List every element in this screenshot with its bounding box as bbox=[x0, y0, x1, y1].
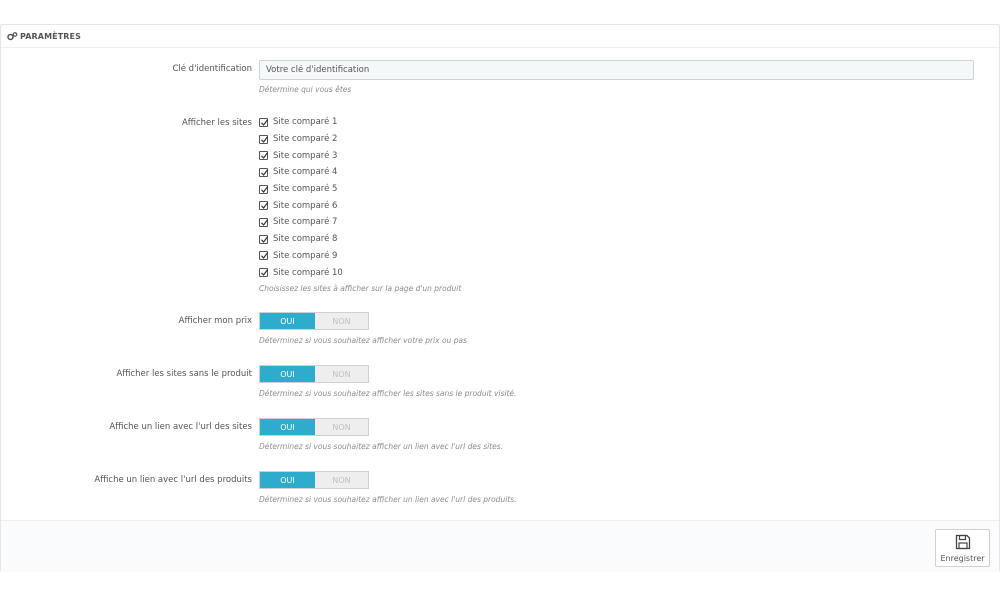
checkbox[interactable] bbox=[259, 268, 269, 278]
site-checkbox-item[interactable]: Site comparé 8 bbox=[259, 231, 461, 248]
site-checkbox-item[interactable]: Site comparé 9 bbox=[259, 248, 461, 265]
site-checkbox-item[interactable]: Site comparé 1 bbox=[259, 114, 461, 131]
panel-heading: PARAMÈTRES bbox=[1, 25, 999, 48]
toggle-label: Afficher mon prix bbox=[178, 316, 252, 326]
checkmark-icon bbox=[261, 269, 269, 276]
switch-yes-option[interactable]: OUI bbox=[260, 472, 315, 488]
yes-no-switch[interactable]: OUI NON bbox=[259, 365, 369, 383]
sites-help: Choisissez les sites à afficher sur la p… bbox=[259, 283, 462, 293]
site-checkbox-item[interactable]: Site comparé 4 bbox=[259, 164, 461, 181]
checkmark-icon bbox=[261, 152, 269, 160]
checkbox[interactable] bbox=[259, 201, 269, 211]
toggle-label: Affiche un lien avec l'url des sites bbox=[109, 422, 252, 432]
site-checkbox-label: Site comparé 2 bbox=[273, 134, 338, 145]
site-checkbox-label: Site comparé 1 bbox=[273, 117, 338, 128]
site-checkbox-item[interactable]: Site comparé 5 bbox=[259, 181, 461, 198]
panel-title: PARAMÈTRES bbox=[20, 31, 81, 41]
floppy-disk-icon bbox=[955, 534, 970, 549]
site-checkbox-item[interactable]: Site comparé 3 bbox=[259, 147, 461, 164]
site-checkbox-label: Site comparé 5 bbox=[273, 184, 338, 195]
switch-no-option[interactable]: NON bbox=[315, 313, 368, 329]
switch-yes-option[interactable]: OUI bbox=[260, 313, 315, 329]
save-label: Enregistrer bbox=[940, 553, 985, 563]
switch-no-option[interactable]: NON bbox=[315, 366, 368, 382]
site-checkbox-label: Site comparé 8 bbox=[273, 234, 338, 245]
checkbox[interactable] bbox=[259, 251, 269, 261]
checkmark-icon bbox=[261, 185, 269, 193]
checkmark-icon bbox=[261, 219, 269, 226]
site-checkbox-label: Site comparé 7 bbox=[273, 217, 338, 228]
yes-no-switch[interactable]: OUI NON bbox=[259, 418, 369, 436]
checkmark-icon bbox=[261, 169, 269, 176]
site-checkbox-item[interactable]: Site comparé 6 bbox=[259, 197, 461, 214]
site-checkbox-item[interactable]: Site comparé 7 bbox=[259, 214, 461, 231]
checkbox[interactable] bbox=[259, 234, 269, 244]
toggle-help: Déterminez si vous souhaitez afficher un… bbox=[259, 495, 517, 504]
gears-icon bbox=[7, 31, 18, 40]
save-button[interactable]: Enregistrer bbox=[935, 529, 990, 567]
checkbox[interactable] bbox=[259, 217, 269, 227]
checkmark-icon bbox=[261, 235, 269, 243]
toggle-label: Affiche un lien avec l'url des produits bbox=[94, 475, 252, 485]
checkbox[interactable] bbox=[259, 134, 269, 144]
site-checkbox-label: Site comparé 9 bbox=[273, 250, 338, 261]
switch-yes-option[interactable]: OUI bbox=[260, 366, 315, 382]
identification-input[interactable] bbox=[259, 60, 974, 80]
checkbox[interactable] bbox=[259, 184, 269, 194]
toggle-help: Déterminez si vous souhaitez afficher un… bbox=[259, 442, 504, 451]
checkmark-icon bbox=[261, 252, 269, 260]
checkmark-icon bbox=[261, 119, 269, 126]
identification-help: Détermine qui vous êtes bbox=[259, 85, 352, 94]
identification-label: Clé d'identification bbox=[172, 64, 252, 74]
site-checkbox-label: Site comparé 10 bbox=[273, 267, 343, 278]
panel-footer: Enregistrer bbox=[1, 520, 999, 572]
site-checkbox-label: Site comparé 3 bbox=[273, 150, 338, 161]
switch-yes-option[interactable]: OUI bbox=[260, 419, 315, 435]
toggle-help: Déterminez si vous souhaitez afficher le… bbox=[259, 389, 517, 398]
yes-no-switch[interactable]: OUI NON bbox=[259, 312, 369, 330]
sites-label: Afficher les sites bbox=[181, 118, 252, 128]
yes-no-switch[interactable]: OUI NON bbox=[259, 471, 369, 489]
checkbox[interactable] bbox=[259, 167, 269, 177]
site-checkbox-label: Site comparé 4 bbox=[273, 167, 338, 178]
toggle-label: Afficher les sites sans le produit bbox=[116, 369, 252, 379]
checkmark-icon bbox=[261, 135, 269, 143]
checkbox[interactable] bbox=[259, 151, 269, 161]
switch-no-option[interactable]: NON bbox=[315, 419, 368, 435]
switch-no-option[interactable]: NON bbox=[315, 472, 368, 488]
settings-panel: PARAMÈTRES Clé d'identification Détermin… bbox=[0, 24, 1000, 572]
sites-checkbox-list: Site comparé 1 Site comparé 2 Site comparé… bbox=[259, 114, 461, 293]
site-checkbox-label: Site comparé 6 bbox=[273, 200, 338, 211]
checkbox[interactable] bbox=[259, 117, 269, 127]
toggle-help: Déterminez si vous souhaitez afficher vo… bbox=[259, 336, 467, 345]
site-checkbox-item[interactable]: Site comparé 10 bbox=[259, 264, 461, 281]
site-checkbox-item[interactable]: Site comparé 2 bbox=[259, 131, 461, 148]
checkmark-icon bbox=[261, 202, 269, 210]
